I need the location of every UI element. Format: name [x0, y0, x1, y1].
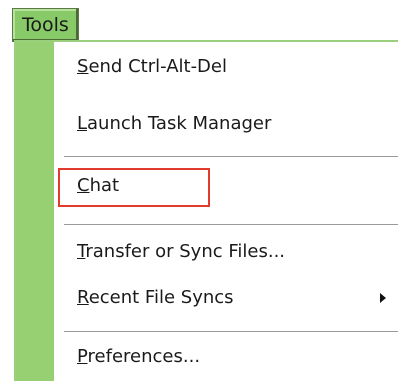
menu-item-send-ctrl-alt-del[interactable]: Send Ctrl-Alt-Del — [77, 54, 227, 80]
menu-item-transfer-or-sync-files[interactable]: Transfer or Sync Files... — [77, 239, 285, 265]
menu-item-mnemonic: C — [77, 175, 90, 196]
menu-item-mnemonic: L — [77, 113, 88, 134]
menu-item-mnemonic: S — [77, 56, 89, 77]
menu-item-label: aunch Task Manager — [87, 113, 272, 134]
page: Tools Send Ctrl-Alt-Del Launch Task Mana… — [0, 0, 398, 381]
menu-item-mnemonic: P — [77, 346, 88, 367]
menu-separator — [64, 156, 398, 158]
chevron-right-icon — [380, 293, 386, 303]
menu-separator — [64, 224, 398, 226]
menu-item-preferences[interactable]: Preferences... — [77, 344, 200, 370]
menu-item-chat[interactable]: Chat — [77, 173, 119, 199]
menu-item-label: ransfer or Sync Files... — [85, 241, 286, 262]
menu-item-recent-file-syncs[interactable]: Recent File Syncs — [77, 285, 234, 311]
menu-item-label: ecent File Syncs — [88, 287, 234, 308]
tools-dropdown-menu: Send Ctrl-Alt-Del Launch Task Manager Ch… — [14, 40, 398, 381]
menu-tools-label: Tools — [22, 14, 69, 36]
menu-tools[interactable]: Tools — [12, 8, 79, 42]
menu-item-label: references... — [87, 346, 201, 367]
menu-item-mnemonic: R — [77, 287, 89, 308]
menu-item-launch-task-manager[interactable]: Launch Task Manager — [77, 111, 271, 137]
menu-item-label: end Ctrl-Alt-Del — [88, 56, 227, 77]
menu-item-label: hat — [89, 175, 120, 196]
menu-icon-gutter — [16, 42, 54, 381]
menu-separator — [64, 331, 398, 333]
